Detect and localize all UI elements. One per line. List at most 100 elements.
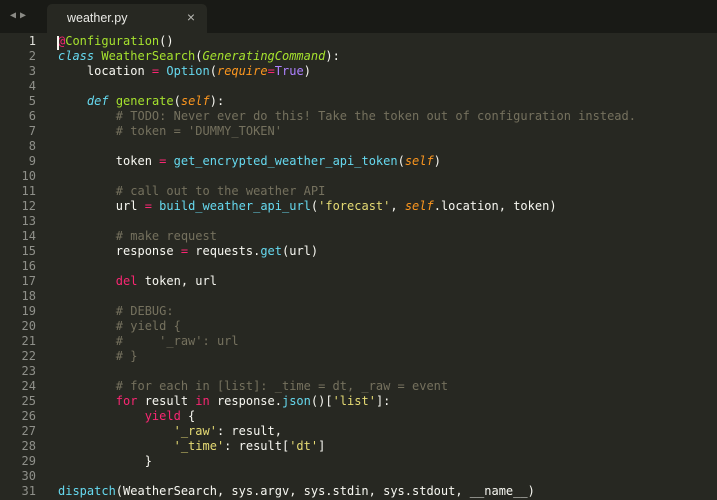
line-number: 31 bbox=[21, 484, 36, 498]
code-token: GeneratingCommand bbox=[202, 49, 326, 63]
line-number: 1 bbox=[28, 34, 36, 48]
code-token: { bbox=[180, 409, 196, 423]
code-line[interactable]: # call out to the weather API bbox=[58, 184, 326, 199]
code-token: ( bbox=[195, 49, 203, 63]
code-line[interactable]: for result in response.json()['list']: bbox=[58, 394, 391, 409]
code-line[interactable]: # for each in [list]: _time = dt, _raw =… bbox=[58, 379, 448, 394]
code-line[interactable]: # yield { bbox=[58, 319, 181, 334]
code-line[interactable]: # } bbox=[58, 349, 138, 364]
chevron-right-icon[interactable]: ▶ bbox=[20, 9, 26, 23]
code-token: # yield { bbox=[58, 319, 181, 333]
code-token: : result[ bbox=[224, 439, 290, 453]
code-line[interactable]: token = get_encrypted_weather_api_token(… bbox=[58, 154, 441, 169]
code-line[interactable]: yield { bbox=[58, 409, 196, 424]
code-token: # '_raw': url bbox=[58, 334, 239, 348]
code-line[interactable]: # token = 'DUMMY_TOKEN' bbox=[58, 124, 282, 139]
code-line[interactable]: @Configuration() bbox=[58, 34, 174, 49]
code-token: url bbox=[58, 199, 145, 213]
code-line[interactable]: class WeatherSearch(GeneratingCommand): bbox=[58, 49, 340, 64]
tab-navigation: ◀ ▶ bbox=[10, 9, 26, 23]
code-token: self bbox=[404, 154, 434, 168]
code-token: build_weather_api_url bbox=[159, 199, 311, 213]
code-line[interactable]: # make request bbox=[58, 229, 217, 244]
code-token: '_raw' bbox=[173, 424, 217, 438]
code-token: # TODO: Never ever do this! Take the tok… bbox=[58, 109, 636, 123]
code-line[interactable]: response = requests.get(url) bbox=[58, 244, 318, 259]
line-number: 29 bbox=[21, 454, 36, 468]
code-token: response bbox=[58, 244, 181, 258]
line-number: 6 bbox=[28, 109, 36, 123]
code-line[interactable]: def generate(self): bbox=[58, 94, 224, 109]
line-number: 5 bbox=[28, 94, 36, 108]
line-number: 26 bbox=[21, 409, 36, 423]
line-number: 27 bbox=[21, 424, 36, 438]
code-line[interactable]: } bbox=[58, 454, 152, 469]
code-editor[interactable]: 1 2 3 4 5 6 7 8 9 10 11 12 13 14 15 16 17 18 19 20 21 22 23 24 2… bbox=[0, 33, 717, 500]
line-number: 20 bbox=[21, 319, 36, 333]
line-number: 30 bbox=[21, 469, 36, 483]
code-token: = bbox=[144, 199, 152, 213]
code-token: del bbox=[115, 274, 138, 288]
code-line[interactable]: url = build_weather_api_url('forecast', … bbox=[58, 199, 557, 214]
code-token: ) bbox=[303, 64, 311, 78]
code-token: generate bbox=[115, 94, 174, 108]
code-line[interactable]: # '_raw': url bbox=[58, 334, 239, 349]
code-token: 'dt' bbox=[289, 439, 319, 453]
code-token: # } bbox=[58, 349, 138, 363]
tab-weather-py[interactable]: weather.py × bbox=[47, 4, 207, 33]
line-number: 9 bbox=[28, 154, 36, 168]
code-token: self bbox=[404, 199, 434, 213]
code-token: , bbox=[390, 199, 405, 213]
line-number: 18 bbox=[21, 289, 36, 303]
code-token: require bbox=[216, 64, 268, 78]
code-token: 'list' bbox=[332, 394, 376, 408]
line-number: 14 bbox=[21, 229, 36, 243]
code-token: # DEBUG: bbox=[58, 304, 174, 318]
code-token: in bbox=[195, 394, 210, 408]
line-number: 13 bbox=[21, 214, 36, 228]
code-line[interactable]: '_raw': result, bbox=[58, 424, 282, 439]
code-line[interactable]: location = Option(require=True) bbox=[58, 64, 311, 79]
code-token: json bbox=[281, 394, 311, 408]
line-number: 3 bbox=[28, 64, 36, 78]
line-number: 4 bbox=[28, 79, 36, 93]
code-token: ] bbox=[318, 439, 326, 453]
code-token: ): bbox=[209, 94, 225, 108]
line-number: 23 bbox=[21, 364, 36, 378]
code-line[interactable]: dispatch(WeatherSearch, sys.argv, sys.st… bbox=[58, 484, 535, 499]
code-line[interactable]: # DEBUG: bbox=[58, 304, 174, 319]
line-number: 22 bbox=[21, 349, 36, 363]
code-token: # token = 'DUMMY_TOKEN' bbox=[58, 124, 282, 138]
code-token: Option bbox=[166, 64, 210, 78]
line-number: 16 bbox=[21, 259, 36, 273]
chevron-left-icon[interactable]: ◀ bbox=[10, 9, 16, 23]
code-token: : result, bbox=[216, 424, 282, 438]
line-number: 19 bbox=[21, 304, 36, 318]
code-token: (WeatherSearch, sys.argv, sys.stdin, sys… bbox=[115, 484, 535, 498]
code-line[interactable]: del token, url bbox=[58, 274, 217, 289]
code-token: Configuration bbox=[65, 34, 160, 48]
close-icon[interactable]: × bbox=[187, 9, 195, 25]
code-token: = bbox=[267, 64, 275, 78]
line-number: 21 bbox=[21, 334, 36, 348]
line-number: 11 bbox=[21, 184, 36, 198]
code-line[interactable]: '_time': result['dt'] bbox=[58, 439, 326, 454]
line-number: 28 bbox=[21, 439, 36, 453]
tab-title: weather.py bbox=[67, 11, 128, 25]
code-token: '_time' bbox=[173, 439, 225, 453]
code-token: self bbox=[180, 94, 210, 108]
code-token: result bbox=[137, 394, 196, 408]
line-number: 24 bbox=[21, 379, 36, 393]
code-token: ( bbox=[209, 64, 217, 78]
code-token: ( bbox=[397, 154, 405, 168]
code-token: 'forecast' bbox=[318, 199, 391, 213]
code-line[interactable]: # TODO: Never ever do this! Take the tok… bbox=[58, 109, 636, 124]
code-token: ( bbox=[173, 94, 181, 108]
